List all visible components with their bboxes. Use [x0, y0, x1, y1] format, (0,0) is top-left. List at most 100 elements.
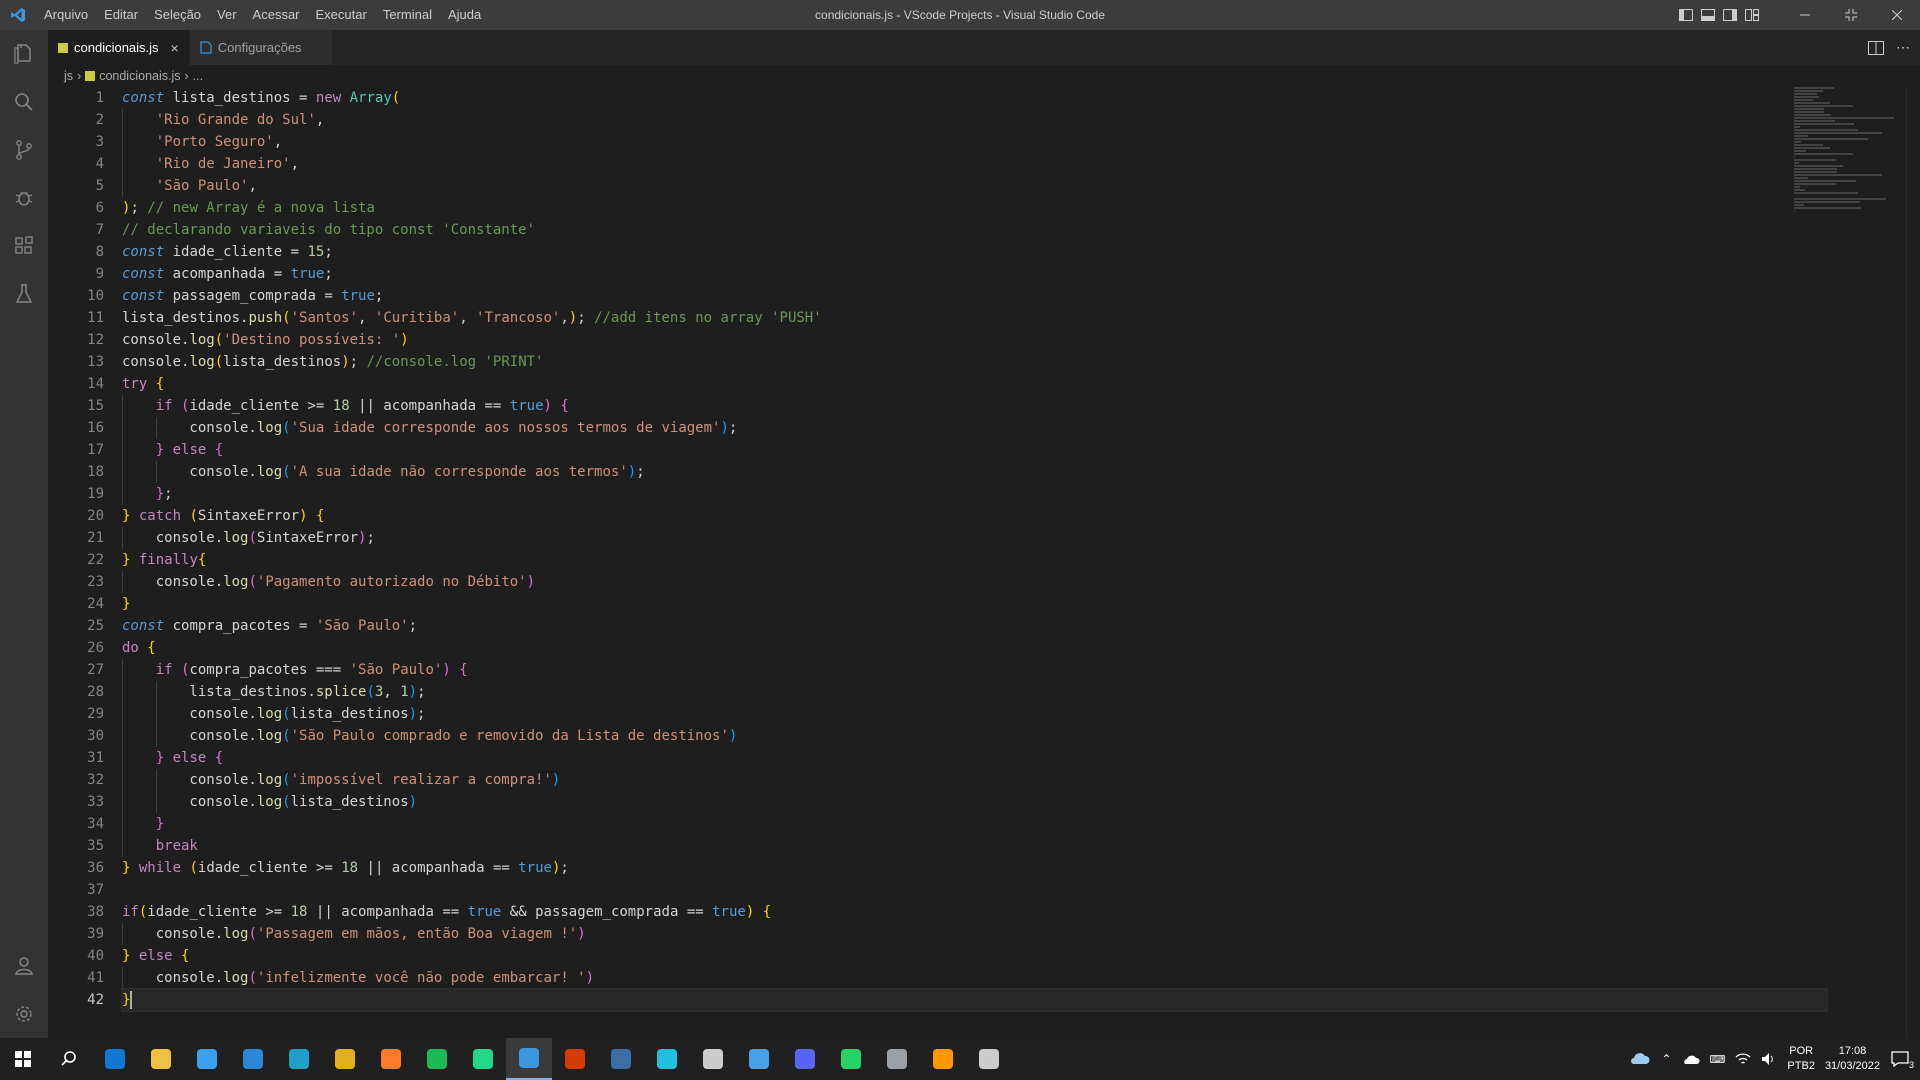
edge-icon[interactable]: [276, 1038, 322, 1080]
breadcrumb-file[interactable]: condicionais.js: [99, 69, 180, 83]
code-line[interactable]: console.log('São Paulo comprado e removi…: [122, 725, 1827, 747]
kali-icon[interactable]: [874, 1038, 920, 1080]
code-area[interactable]: const lista_destinos = new Array( 'Rio G…: [121, 87, 1828, 1012]
calendar-app-icon[interactable]: [230, 1038, 276, 1080]
thunder-app-icon[interactable]: [644, 1038, 690, 1080]
code-line[interactable]: console.log(lista_destinos);: [122, 703, 1827, 725]
source-control-icon[interactable]: [0, 126, 48, 174]
code-line[interactable]: 'Rio Grande do Sul',: [122, 109, 1827, 131]
code-line[interactable]: console.log('impossível realizar a compr…: [122, 769, 1827, 791]
customize-layout-icon[interactable]: [1744, 7, 1760, 23]
code-line[interactable]: if (compra_pacotes === 'São Paulo') {: [122, 659, 1827, 681]
code-line[interactable]: lista_destinos.push('Santos', 'Curitiba'…: [122, 307, 1827, 329]
sublime-icon[interactable]: [920, 1038, 966, 1080]
close-tab-icon[interactable]: ×: [171, 40, 179, 56]
code-line[interactable]: ); // new Array é a nova lista: [122, 197, 1827, 219]
search-icon[interactable]: [0, 78, 48, 126]
code-line[interactable]: console.log('Sua idade corresponde aos n…: [122, 417, 1827, 439]
firefox-icon[interactable]: [368, 1038, 414, 1080]
split-editor-icon[interactable]: [1868, 40, 1884, 55]
breadcrumb-folder[interactable]: js: [64, 69, 73, 83]
mail-icon[interactable]: [92, 1038, 138, 1080]
close-window-icon[interactable]: [1874, 0, 1920, 30]
manage-gear-icon[interactable]: [0, 990, 48, 1038]
vertical-scrollbar[interactable]: [1906, 87, 1920, 1038]
code-line[interactable]: break: [122, 835, 1827, 857]
code-line[interactable]: } finally{: [122, 549, 1827, 571]
code-line[interactable]: lista_destinos.splice(3, 1);: [122, 681, 1827, 703]
code-line[interactable]: console.log('Destino possíveis: '): [122, 329, 1827, 351]
clock[interactable]: 17:08 31/03/2022: [1825, 1044, 1880, 1074]
code-line[interactable]: const lista_destinos = new Array(: [122, 87, 1827, 109]
code-line[interactable]: 'Rio de Janeiro',: [122, 153, 1827, 175]
code-line[interactable]: } else {: [122, 747, 1827, 769]
run-debug-icon[interactable]: [0, 174, 48, 222]
package-icon[interactable]: [736, 1038, 782, 1080]
code-line[interactable]: const acompanhada = true;: [122, 263, 1827, 285]
toggle-primary-sidebar-icon[interactable]: [1678, 7, 1694, 23]
menu-ajuda[interactable]: Ajuda: [440, 0, 489, 30]
code-line[interactable]: console.log('Passagem em mãos, então Boa…: [122, 923, 1827, 945]
code-line[interactable]: [122, 879, 1827, 901]
code-line[interactable]: do {: [122, 637, 1827, 659]
code-line[interactable]: } while (idade_cliente >= 18 || acompanh…: [122, 857, 1827, 879]
discord-icon[interactable]: [782, 1038, 828, 1080]
chevron-up-icon[interactable]: ⌃: [1661, 1052, 1671, 1066]
breadcrumb-more[interactable]: ...: [193, 69, 203, 83]
code-line[interactable]: console.log(SintaxeError);: [122, 527, 1827, 549]
more-actions-icon[interactable]: ⋯: [1896, 39, 1910, 56]
code-line[interactable]: 'São Paulo',: [122, 175, 1827, 197]
input-language[interactable]: POR PTB2: [1787, 1044, 1815, 1074]
tab-condicionais-js[interactable]: condicionais.js ×: [48, 30, 190, 65]
obs-icon[interactable]: [966, 1038, 1012, 1080]
weather-icon[interactable]: [1629, 1050, 1651, 1068]
code-line[interactable]: // declarando variaveis do tipo const 'C…: [122, 219, 1827, 241]
menu-executar[interactable]: Executar: [308, 0, 375, 30]
onedrive-icon[interactable]: [1682, 1053, 1700, 1065]
chrome-icon[interactable]: [322, 1038, 368, 1080]
code-line[interactable]: } else {: [122, 439, 1827, 461]
office-icon[interactable]: [552, 1038, 598, 1080]
menu-ver[interactable]: Ver: [209, 0, 245, 30]
code-line[interactable]: }: [122, 593, 1827, 615]
toggle-secondary-sidebar-icon[interactable]: [1722, 7, 1738, 23]
whatsapp-icon[interactable]: [828, 1038, 874, 1080]
code-editor[interactable]: 1 2 3 4 5 6 7 8 9 10 11 12 13 14 15 16 17 18 19 20 21 22 23 24 2…: [48, 87, 1920, 1038]
restore-icon[interactable]: [1828, 0, 1874, 30]
code-line[interactable]: console.log(lista_destinos): [122, 791, 1827, 813]
code-line[interactable]: 'Porto Seguro',: [122, 131, 1827, 153]
menu-acessar[interactable]: Acessar: [245, 0, 308, 30]
code-line[interactable]: } else {: [122, 945, 1827, 967]
code-line[interactable]: } catch (SintaxeError) {: [122, 505, 1827, 527]
code-line[interactable]: if (idade_cliente >= 18 || acompanhada =…: [122, 395, 1827, 417]
terminal-icon[interactable]: [690, 1038, 736, 1080]
vscode-icon[interactable]: [506, 1038, 552, 1080]
code-line[interactable]: }: [121, 988, 1828, 1012]
toggle-panel-icon[interactable]: [1700, 7, 1716, 23]
menu-editar[interactable]: Editar: [96, 0, 146, 30]
file-explorer-icon[interactable]: [138, 1038, 184, 1080]
code-line[interactable]: const passagem_comprada = true;: [122, 285, 1827, 307]
extensions-icon[interactable]: [0, 222, 48, 270]
code-line[interactable]: const idade_cliente = 15;: [122, 241, 1827, 263]
notifications-icon[interactable]: 3: [1890, 1050, 1914, 1070]
code-line[interactable]: console.log('infelizmente você não pode …: [122, 967, 1827, 989]
wifi-icon[interactable]: [1735, 1052, 1751, 1066]
code-line[interactable]: };: [122, 483, 1827, 505]
code-line[interactable]: const compra_pacotes = 'São Paulo';: [122, 615, 1827, 637]
spotify-icon[interactable]: [414, 1038, 460, 1080]
tab-configuracoes[interactable]: Configurações ×: [189, 30, 333, 65]
mysql-workbench-icon[interactable]: [598, 1038, 644, 1080]
explorer-icon[interactable]: [0, 30, 48, 78]
language-ime-icon[interactable]: ⌨: [1710, 1053, 1726, 1066]
code-line[interactable]: }: [122, 813, 1827, 835]
store-icon[interactable]: [184, 1038, 230, 1080]
code-line[interactable]: console.log('A sua idade não corresponde…: [122, 461, 1827, 483]
code-line[interactable]: if(idade_cliente >= 18 || acompanhada ==…: [122, 901, 1827, 923]
menu-terminal[interactable]: Terminal: [375, 0, 440, 30]
minimap[interactable]: [1794, 87, 1904, 212]
testing-icon[interactable]: [0, 270, 48, 318]
search-icon[interactable]: [46, 1038, 92, 1080]
code-line[interactable]: console.log('Pagamento autorizado no Déb…: [122, 571, 1827, 593]
pycharm-icon[interactable]: [460, 1038, 506, 1080]
